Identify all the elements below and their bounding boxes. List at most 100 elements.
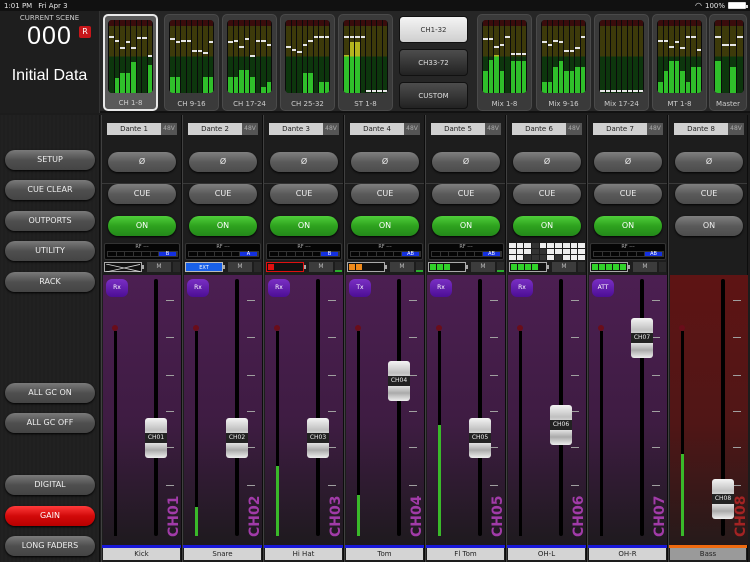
mute-button[interactable]: M	[309, 262, 333, 272]
input-patch[interactable]: Dante 2 48V	[188, 123, 258, 135]
phantom-power-indicator[interactable]: 48V	[728, 123, 744, 135]
wireless-tag-button[interactable]: Rx	[511, 279, 533, 297]
cue-clear-button[interactable]: CUE CLEAR	[5, 180, 95, 200]
all-gc-off-button[interactable]: ALL GC OFF	[5, 413, 95, 433]
channel-on-button[interactable]: ON	[189, 216, 257, 236]
phantom-power-indicator[interactable]: 48V	[161, 123, 177, 135]
channel-on-button[interactable]: ON	[675, 216, 743, 236]
channel-name-label[interactable]: Fl Tom	[427, 548, 504, 560]
channel-on-button[interactable]: ON	[432, 216, 500, 236]
bank-mix-9-16[interactable]: Mix 9-16	[536, 14, 591, 111]
bank-master[interactable]: Master	[709, 14, 747, 111]
fader-track[interactable]	[478, 279, 482, 536]
wireless-tag-button[interactable]: Rx	[268, 279, 290, 297]
bank-ch-25-32[interactable]: CH 25-32	[280, 14, 335, 111]
cue-button[interactable]: CUE	[270, 184, 338, 204]
phantom-power-indicator[interactable]: 48V	[323, 123, 339, 135]
phase-button[interactable]: Ø	[513, 152, 581, 172]
input-patch[interactable]: Dante 4 48V	[350, 123, 420, 135]
channel-on-button[interactable]: ON	[108, 216, 176, 236]
fader-knob[interactable]: CH03	[307, 417, 329, 458]
page-ch1-32-button[interactable]: CH1-32	[399, 16, 468, 43]
phase-button[interactable]: Ø	[594, 152, 662, 172]
cue-button[interactable]: CUE	[108, 184, 176, 204]
rack-button[interactable]: RACK	[5, 272, 95, 292]
channel-on-button[interactable]: ON	[513, 216, 581, 236]
input-source[interactable]: Dante 2	[188, 123, 242, 135]
phantom-power-indicator[interactable]: 48V	[647, 123, 663, 135]
fader-knob[interactable]: CH06	[550, 404, 572, 445]
input-patch[interactable]: Dante 7 48V	[593, 123, 663, 135]
input-source[interactable]: Dante 1	[107, 123, 161, 135]
utility-button[interactable]: UTILITY	[5, 241, 95, 261]
gain-button[interactable]: GAIN	[5, 506, 95, 526]
outports-button[interactable]: OUTPORTS	[5, 211, 95, 231]
channel-name-label[interactable]: OH-R	[589, 548, 666, 560]
phase-button[interactable]: Ø	[108, 152, 176, 172]
current-scene-panel[interactable]: CURRENT SCENE 000 R Initial Data	[0, 11, 100, 113]
phase-button[interactable]: Ø	[432, 152, 500, 172]
long-faders-button[interactable]: LONG FADERS	[5, 536, 95, 556]
phantom-power-indicator[interactable]: 48V	[404, 123, 420, 135]
fader-knob[interactable]: CH08	[712, 478, 734, 519]
input-patch[interactable]: Dante 3 48V	[269, 123, 339, 135]
fader-knob[interactable]: CH02	[226, 417, 248, 458]
input-source[interactable]: Dante 8	[674, 123, 728, 135]
cue-button[interactable]: CUE	[432, 184, 500, 204]
bank-ch-9-16[interactable]: CH 9-16	[164, 14, 219, 111]
mute-button[interactable]: M	[633, 262, 657, 272]
channel-on-button[interactable]: ON	[351, 216, 419, 236]
fader-track[interactable]	[316, 279, 320, 536]
channel-name-label[interactable]: OH-L	[508, 548, 585, 560]
cue-button[interactable]: CUE	[513, 184, 581, 204]
input-patch[interactable]: Dante 5 48V	[431, 123, 501, 135]
phase-button[interactable]: Ø	[351, 152, 419, 172]
bank-mix-17-24[interactable]: Mix 17-24	[594, 14, 649, 111]
phantom-power-indicator[interactable]: 48V	[566, 123, 582, 135]
channel-name-label[interactable]: Bass	[670, 548, 746, 560]
phase-button[interactable]: Ø	[270, 152, 338, 172]
channel-on-button[interactable]: ON	[270, 216, 338, 236]
wireless-tag-button[interactable]: Tx	[349, 279, 371, 297]
mute-button[interactable]: M	[390, 262, 414, 272]
input-patch[interactable]: Dante 1 48V	[107, 123, 177, 135]
input-source[interactable]: Dante 7	[593, 123, 647, 135]
channel-name-label[interactable]: Tom	[346, 548, 423, 560]
mute-button[interactable]: M	[147, 262, 171, 272]
phase-button[interactable]: Ø	[675, 152, 743, 172]
phase-button[interactable]: Ø	[189, 152, 257, 172]
channel-name-label[interactable]: Hi Hat	[265, 548, 342, 560]
wireless-tag-button[interactable]: Rx	[187, 279, 209, 297]
all-gc-on-button[interactable]: ALL GC ON	[5, 383, 95, 403]
mute-button[interactable]: M	[228, 262, 252, 272]
fader-knob[interactable]: CH04	[388, 361, 410, 402]
cue-button[interactable]: CUE	[351, 184, 419, 204]
phantom-power-indicator[interactable]: 48V	[242, 123, 258, 135]
channel-name-label[interactable]: Kick	[103, 548, 180, 560]
cue-button[interactable]: CUE	[675, 184, 743, 204]
cue-button[interactable]: CUE	[189, 184, 257, 204]
wireless-tag-button[interactable]: Rx	[106, 279, 128, 297]
input-source[interactable]: Dante 5	[431, 123, 485, 135]
digital-button[interactable]: DIGITAL	[5, 475, 95, 495]
input-source[interactable]: Dante 4	[350, 123, 404, 135]
bank-ch-17-24[interactable]: CH 17-24	[222, 14, 277, 111]
fader-track[interactable]	[154, 279, 158, 536]
page-ch33-72-button[interactable]: CH33-72	[399, 49, 468, 76]
fader-track[interactable]	[235, 279, 239, 536]
setup-button[interactable]: SETUP	[5, 150, 95, 170]
bank-mix-1-8[interactable]: Mix 1-8	[477, 14, 532, 111]
bank-mt-1-8[interactable]: MT 1-8	[652, 14, 707, 111]
cue-button[interactable]: CUE	[594, 184, 662, 204]
fader-knob[interactable]: CH05	[469, 417, 491, 458]
page-custom-button[interactable]: CUSTOM	[399, 82, 468, 109]
fader-track[interactable]	[397, 279, 401, 536]
channel-name-label[interactable]: Snare	[184, 548, 261, 560]
mute-button[interactable]: M	[552, 262, 576, 272]
fader-knob[interactable]: CH07	[631, 318, 653, 359]
mute-button[interactable]: M	[471, 262, 495, 272]
bank-st-1-8[interactable]: ST 1-8	[338, 14, 393, 111]
input-patch[interactable]: Dante 6 48V	[512, 123, 582, 135]
channel-on-button[interactable]: ON	[594, 216, 662, 236]
bank-ch-1-8[interactable]: CH 1-8	[103, 14, 158, 111]
